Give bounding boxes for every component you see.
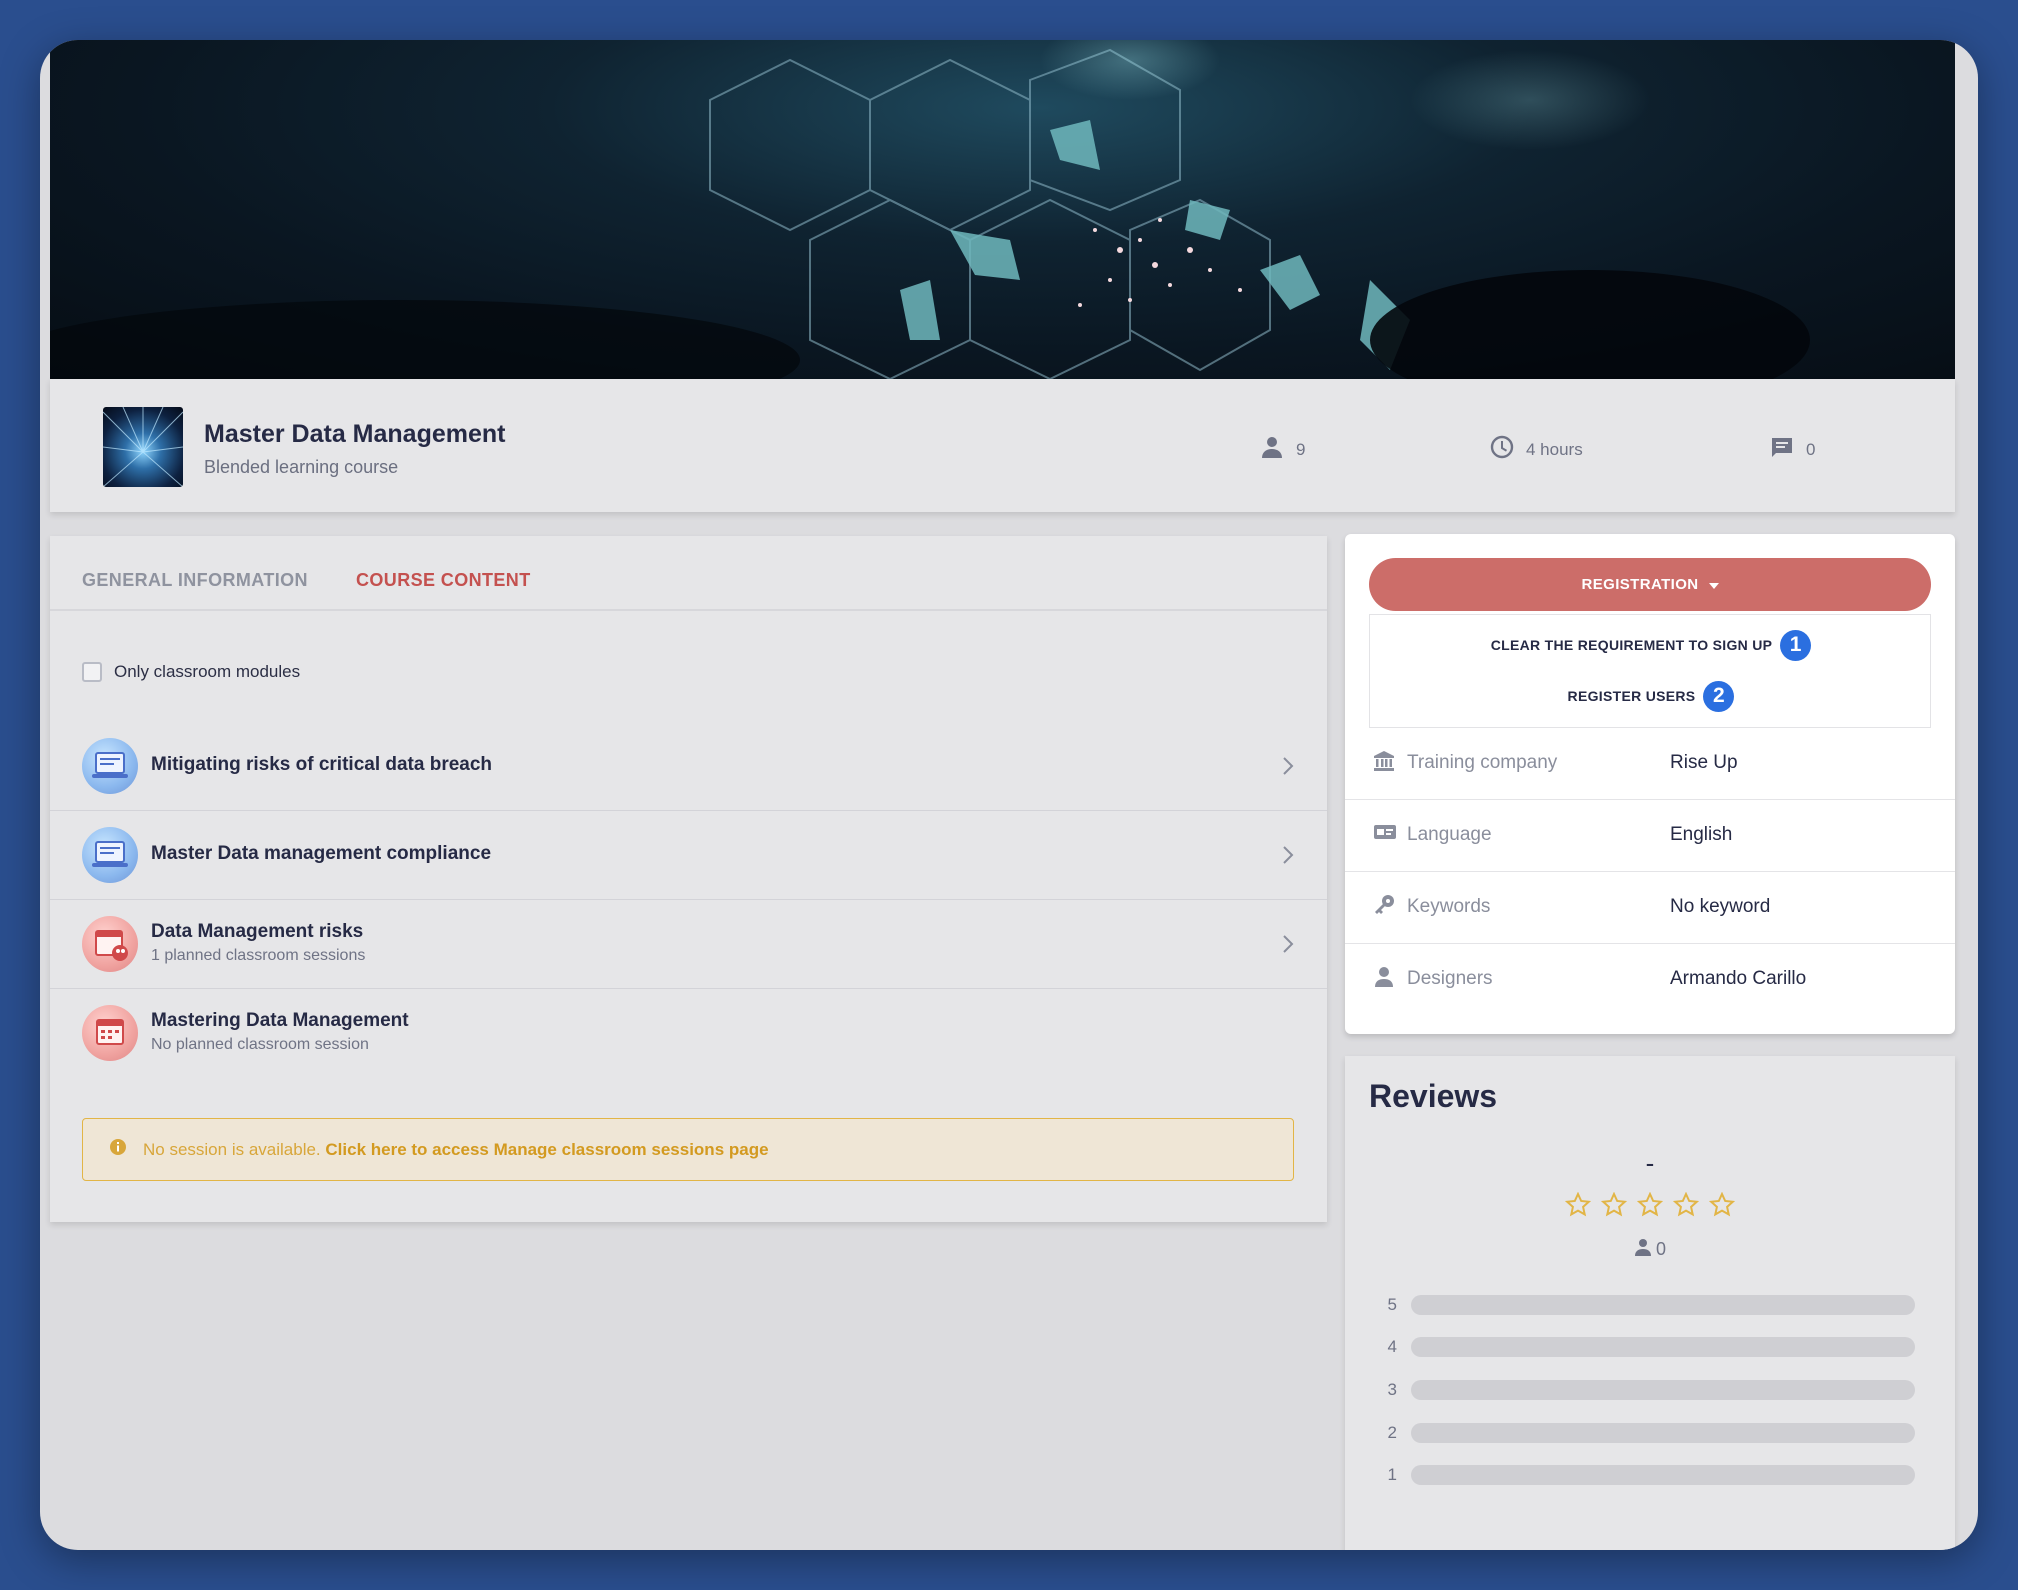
module-title: Mastering Data Management bbox=[151, 1010, 409, 1031]
registration-dropdown: CLEAR THE REQUIREMENT TO SIGN UP 1 REGIS… bbox=[1369, 614, 1931, 728]
person-icon bbox=[1634, 1238, 1652, 1261]
register-users-option[interactable]: REGISTER USERS 2 bbox=[1370, 676, 1932, 716]
rating-bar-track bbox=[1411, 1337, 1915, 1357]
comments-count: 0 bbox=[1770, 435, 1815, 464]
keywords-value: No keyword bbox=[1670, 896, 1771, 917]
chevron-right-icon[interactable] bbox=[1281, 845, 1295, 870]
course-thumbnail bbox=[103, 407, 183, 487]
info-row-designers: Designers Armando Carillo bbox=[1345, 944, 1955, 1016]
tab-course-content[interactable]: COURSE CONTENT bbox=[356, 570, 531, 591]
app-window: Master Data Management Blended learning … bbox=[40, 40, 1978, 1550]
info-row-training-company: Training company Rise Up bbox=[1345, 728, 1955, 800]
chevron-right-icon[interactable] bbox=[1281, 934, 1295, 959]
bank-icon bbox=[1373, 750, 1395, 777]
rating-bar-5: 5 bbox=[1385, 1294, 1915, 1316]
no-session-alert: No session is available. Click here to a… bbox=[82, 1118, 1294, 1181]
course-title: Master Data Management bbox=[204, 420, 506, 448]
classroom-filter-checkbox[interactable] bbox=[82, 662, 102, 682]
designers-value: Armando Carillo bbox=[1670, 968, 1807, 989]
rating-bar-track bbox=[1411, 1465, 1915, 1485]
alert-text: No session is available. bbox=[143, 1139, 321, 1159]
rating-bar-2: 2 bbox=[1385, 1422, 1915, 1444]
module-sessions: No planned classroom session bbox=[151, 1036, 369, 1053]
star-outline-icon bbox=[1708, 1191, 1736, 1222]
course-duration: 4 hours bbox=[1490, 435, 1583, 464]
info-row-language: Language English bbox=[1345, 800, 1955, 872]
classroom-filter-label: Only classroom modules bbox=[114, 662, 301, 681]
key-icon bbox=[1373, 894, 1395, 921]
classroom-icon bbox=[82, 916, 138, 972]
reviews-title: Reviews bbox=[1369, 1078, 1498, 1114]
rating-bar-1: 1 bbox=[1385, 1464, 1915, 1486]
step-badge: 1 bbox=[1780, 629, 1812, 661]
info-row-keywords: Keywords No keyword bbox=[1345, 872, 1955, 944]
rating-stars bbox=[1345, 1191, 1955, 1222]
language-card-icon bbox=[1373, 822, 1397, 847]
rating-bar-track bbox=[1411, 1295, 1915, 1315]
star-outline-icon bbox=[1672, 1191, 1700, 1222]
star-outline-icon bbox=[1600, 1191, 1628, 1222]
rating-bar-track bbox=[1411, 1380, 1915, 1400]
reviews-panel: Reviews - 0 5 4 3 2 1 bbox=[1345, 1056, 1955, 1550]
caret-down-icon bbox=[1708, 576, 1719, 593]
tab-general-information[interactable]: GENERAL INFORMATION bbox=[82, 570, 308, 591]
info-icon bbox=[109, 1138, 127, 1161]
course-info-panel: Training company Rise Up Language Englis… bbox=[1345, 534, 1955, 1034]
course-banner-image bbox=[50, 40, 1955, 379]
rating-bar-4: 4 bbox=[1385, 1336, 1915, 1358]
module-sessions: 1 planned classroom sessions bbox=[151, 947, 366, 964]
course-content-panel: GENERAL INFORMATION COURSE CONTENT Only … bbox=[50, 536, 1327, 1222]
elearning-icon bbox=[82, 827, 138, 883]
rating-bar-3: 3 bbox=[1385, 1379, 1915, 1401]
person-icon bbox=[1373, 966, 1395, 993]
star-outline-icon bbox=[1564, 1191, 1592, 1222]
learners-count: 9 bbox=[1260, 435, 1305, 464]
module-item[interactable]: Data Management risks 1 planned classroo… bbox=[50, 900, 1327, 989]
manage-sessions-link[interactable]: Click here to access Manage classroom se… bbox=[325, 1140, 768, 1159]
module-item[interactable]: Master Data management compliance bbox=[50, 811, 1327, 900]
calendar-icon bbox=[82, 1005, 138, 1061]
module-title: Master Data management compliance bbox=[151, 843, 492, 864]
rating-bar-track bbox=[1411, 1423, 1915, 1443]
registration-button[interactable]: REGISTRATION bbox=[1369, 558, 1931, 611]
module-item[interactable]: Mitigating risks of critical data breach bbox=[50, 722, 1327, 811]
clear-requirement-option[interactable]: CLEAR THE REQUIREMENT TO SIGN UP 1 bbox=[1370, 625, 1932, 665]
step-badge: 2 bbox=[1703, 680, 1735, 712]
chevron-right-icon[interactable] bbox=[1281, 756, 1295, 781]
person-icon bbox=[1260, 435, 1284, 464]
training-company-value: Rise Up bbox=[1670, 752, 1738, 773]
star-outline-icon bbox=[1636, 1191, 1664, 1222]
clock-icon bbox=[1490, 435, 1514, 464]
reviewers-count: 0 bbox=[1345, 1238, 1955, 1261]
average-rating: - bbox=[1645, 1148, 1655, 1178]
module-title: Data Management risks bbox=[151, 921, 364, 942]
language-value: English bbox=[1670, 824, 1733, 845]
classroom-filter[interactable]: Only classroom modules bbox=[82, 662, 300, 682]
course-header: Master Data Management Blended learning … bbox=[50, 379, 1955, 512]
module-title: Mitigating risks of critical data breach bbox=[151, 754, 493, 775]
comment-icon bbox=[1770, 435, 1794, 464]
elearning-icon bbox=[82, 738, 138, 794]
module-item[interactable]: Mastering Data Management No planned cla… bbox=[50, 989, 1327, 1078]
tab-bar: GENERAL INFORMATION COURSE CONTENT bbox=[50, 536, 1327, 611]
course-type: Blended learning course bbox=[204, 457, 399, 477]
